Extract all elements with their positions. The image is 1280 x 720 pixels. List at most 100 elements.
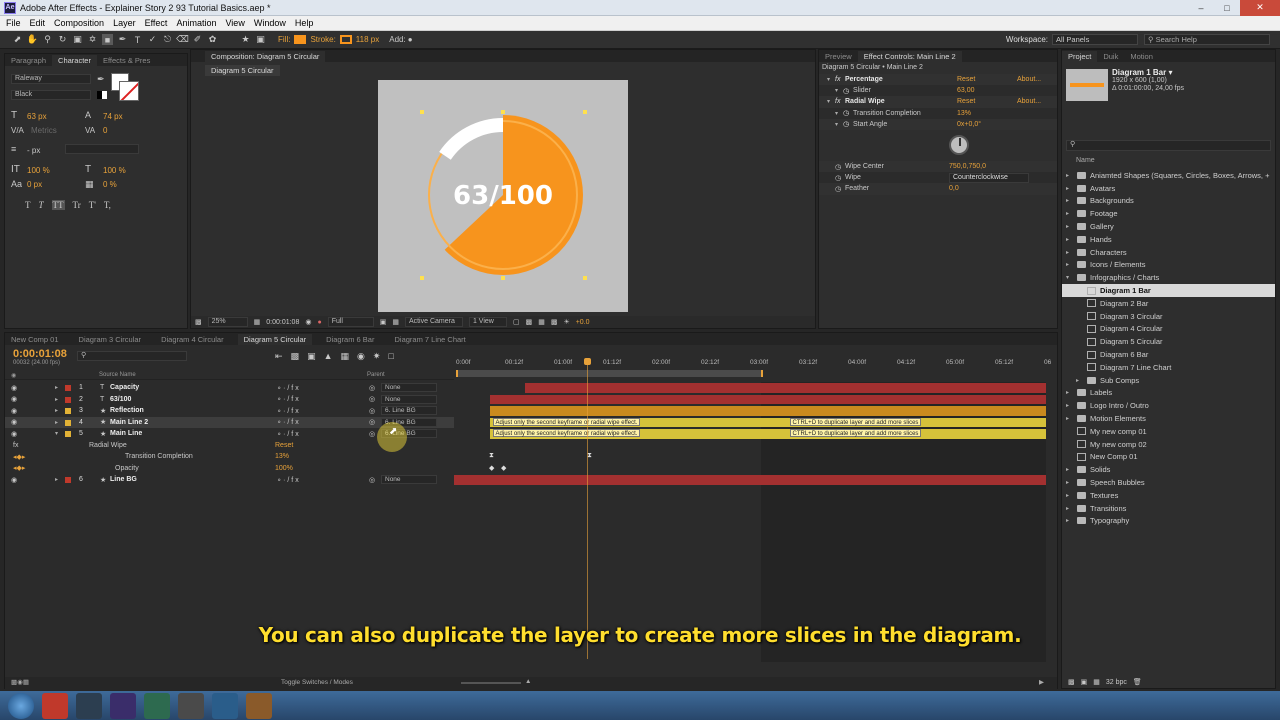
timeline-tab[interactable]: Diagram 5 Circular: [237, 334, 313, 345]
taskbar-app-icon-4[interactable]: [144, 692, 170, 719]
handle-b[interactable]: [501, 276, 505, 280]
visibility-eye-icon[interactable]: ◉: [11, 476, 17, 484]
tab-motion[interactable]: Motion: [1124, 51, 1159, 62]
tab-project[interactable]: Project: [1062, 51, 1098, 62]
handle-br[interactable]: [583, 276, 587, 280]
font-size-value[interactable]: 63 px: [27, 112, 47, 121]
menu-view[interactable]: View: [225, 18, 244, 28]
collapsed-triangle-icon[interactable]: ▸: [1066, 223, 1074, 230]
project-item[interactable]: Diagram 1 Bar: [1062, 284, 1275, 297]
parent-pickwhip-icon[interactable]: ◎: [369, 395, 375, 403]
eraser-tool-icon[interactable]: ⌫: [176, 34, 189, 45]
stroke-width-value[interactable]: - px: [27, 146, 40, 155]
layer-duration-bar[interactable]: [454, 475, 1046, 485]
layer-switch-icons[interactable]: ∘∙/fx: [277, 430, 301, 438]
project-item[interactable]: Diagram 2 Bar: [1062, 297, 1275, 310]
small-caps-button[interactable]: Tr: [73, 200, 81, 210]
stroke-color-box[interactable]: [119, 81, 139, 101]
effect-property-value[interactable]: 750,0,750,0: [949, 163, 986, 170]
project-item[interactable]: ▸ Icons / Elements: [1062, 259, 1275, 272]
safe-areas-icon[interactable]: ▦: [254, 318, 261, 326]
layer-name[interactable]: Main Line 2: [110, 419, 148, 426]
timeline-tab[interactable]: Diagram 3 Circular: [73, 334, 148, 345]
toggle-switches-modes-button[interactable]: Toggle Switches / Modes: [281, 679, 353, 686]
new-comp-icon[interactable]: ▦: [1093, 678, 1100, 686]
expand-triangle-icon[interactable]: ▾: [827, 76, 835, 83]
layer-name[interactable]: 63/100: [110, 396, 131, 403]
parent-select[interactable]: None: [381, 394, 437, 404]
visibility-eye-icon[interactable]: ◉: [11, 418, 17, 426]
collapsed-triangle-icon[interactable]: ▸: [1066, 249, 1074, 256]
puppet-tool-icon[interactable]: ✿: [207, 34, 218, 45]
work-area-bar[interactable]: [456, 370, 763, 377]
toggle-pixel-aspect-icon[interactable]: ▢: [513, 318, 520, 326]
source-name-header[interactable]: Source Name: [99, 372, 136, 378]
tracking-value[interactable]: 0: [103, 126, 107, 135]
timeline-property-row[interactable]: ◂◆▸ Transition Completion 13%: [5, 451, 454, 463]
transparency-grid-icon[interactable]: ▦: [392, 318, 399, 326]
workspace-select[interactable]: All Panels: [1052, 34, 1138, 45]
layer-switch-icons[interactable]: ∘∙/fx: [277, 418, 301, 426]
collapsed-triangle-icon[interactable]: ▸: [1066, 466, 1074, 473]
project-item[interactable]: ▸ Hands: [1062, 233, 1275, 246]
expanded-triangle-icon[interactable]: ▾: [1066, 274, 1074, 281]
tab-effects-presets[interactable]: Effects & Pres: [97, 55, 156, 66]
timeline-tab[interactable]: Diagram 7 Line Chart: [388, 334, 471, 345]
collapsed-triangle-icon[interactable]: ▸: [1066, 402, 1074, 409]
superscript-button[interactable]: T': [89, 200, 96, 210]
shy-layers-icon[interactable]: ▲: [324, 351, 333, 362]
add-button[interactable]: ●: [408, 35, 413, 44]
menu-layer[interactable]: Layer: [113, 18, 136, 28]
effect-row[interactable]: ◷ Wipe Center 750,0,750,0: [819, 161, 1057, 173]
comp-breadcrumb[interactable]: Diagram 5 Circular: [205, 65, 280, 76]
tab-preview[interactable]: Preview: [819, 51, 858, 62]
effect-property-value[interactable]: Reset: [957, 98, 1017, 105]
collapsed-triangle-icon[interactable]: ▸: [1066, 197, 1074, 204]
graph-editor-icon[interactable]: □: [388, 351, 393, 362]
timecode-display[interactable]: 0:00:01:08: [266, 319, 299, 326]
layer-name[interactable]: Main Line: [110, 430, 142, 437]
stroke-order-select[interactable]: [65, 144, 139, 154]
project-search-input[interactable]: ⚲: [1066, 140, 1271, 151]
current-time-indicator[interactable]: [587, 359, 588, 659]
project-item[interactable]: Diagram 7 Line Chart: [1062, 361, 1275, 374]
collapsed-triangle-icon[interactable]: ▸: [1066, 492, 1074, 499]
font-style-select[interactable]: Black: [11, 90, 91, 100]
layer-expand-triangle-icon[interactable]: ▸: [55, 419, 63, 426]
collapsed-triangle-icon[interactable]: ▸: [1066, 261, 1074, 268]
project-item[interactable]: Diagram 3 Circular: [1062, 310, 1275, 323]
trash-icon[interactable]: 🗑: [1133, 678, 1142, 686]
subscript-button[interactable]: T,: [104, 200, 111, 210]
roto-brush-tool-icon[interactable]: ✐: [192, 34, 203, 45]
layer-switch-icons[interactable]: ∘∙/fx: [277, 407, 301, 415]
timeline-timecode[interactable]: 0:00:01:08: [13, 348, 67, 360]
layer-label-color[interactable]: [65, 477, 71, 483]
effect-row[interactable]: ▾ fx Radial Wipe Reset About...: [819, 96, 1057, 108]
exposure-value[interactable]: +0.0: [576, 319, 590, 326]
resolution-select[interactable]: Full: [327, 317, 374, 327]
start-angle-dial[interactable]: [949, 135, 969, 155]
region-of-interest-icon[interactable]: ▣: [380, 318, 387, 326]
type-tool-icon[interactable]: T: [132, 34, 143, 45]
fx-icon[interactable]: ◷: [843, 109, 853, 117]
tab-composition[interactable]: Composition: Diagram 5 Circular: [205, 51, 326, 62]
timeline-property-row[interactable]: ◂◆▸ Opacity 100%: [5, 463, 454, 475]
parent-select[interactable]: None: [381, 475, 437, 485]
project-item[interactable]: Diagram 4 Circular: [1062, 323, 1275, 336]
layer-marker-comment[interactable]: CTRL+D to duplicate layer and add more s…: [789, 417, 922, 426]
comp-canvas[interactable]: 63/100: [378, 80, 628, 312]
interpret-footage-icon[interactable]: ▩: [1068, 678, 1075, 686]
keyframe-diamond[interactable]: ◆: [489, 464, 494, 472]
timeline-zoom-in-icon[interactable]: ▲: [525, 678, 531, 685]
stroke-width[interactable]: 118 px: [356, 35, 379, 44]
snapshot-icon[interactable]: ◉: [305, 318, 311, 326]
stopwatch-icon[interactable]: ◷: [835, 174, 845, 182]
timeline-layer-row[interactable]: ◉ ▸ 6 ★ Line BG ∘∙/fx ◎ None: [5, 474, 454, 486]
tab-paragraph[interactable]: Paragraph: [5, 55, 52, 66]
layer-expand-triangle-icon[interactable]: ▸: [55, 407, 63, 414]
menu-help[interactable]: Help: [295, 18, 314, 28]
project-item[interactable]: ▸ Avatars: [1062, 182, 1275, 195]
stopwatch-icon[interactable]: ◷: [835, 163, 845, 171]
motion-blur-icon[interactable]: ◉: [357, 351, 365, 362]
menu-edit[interactable]: Edit: [30, 18, 46, 28]
